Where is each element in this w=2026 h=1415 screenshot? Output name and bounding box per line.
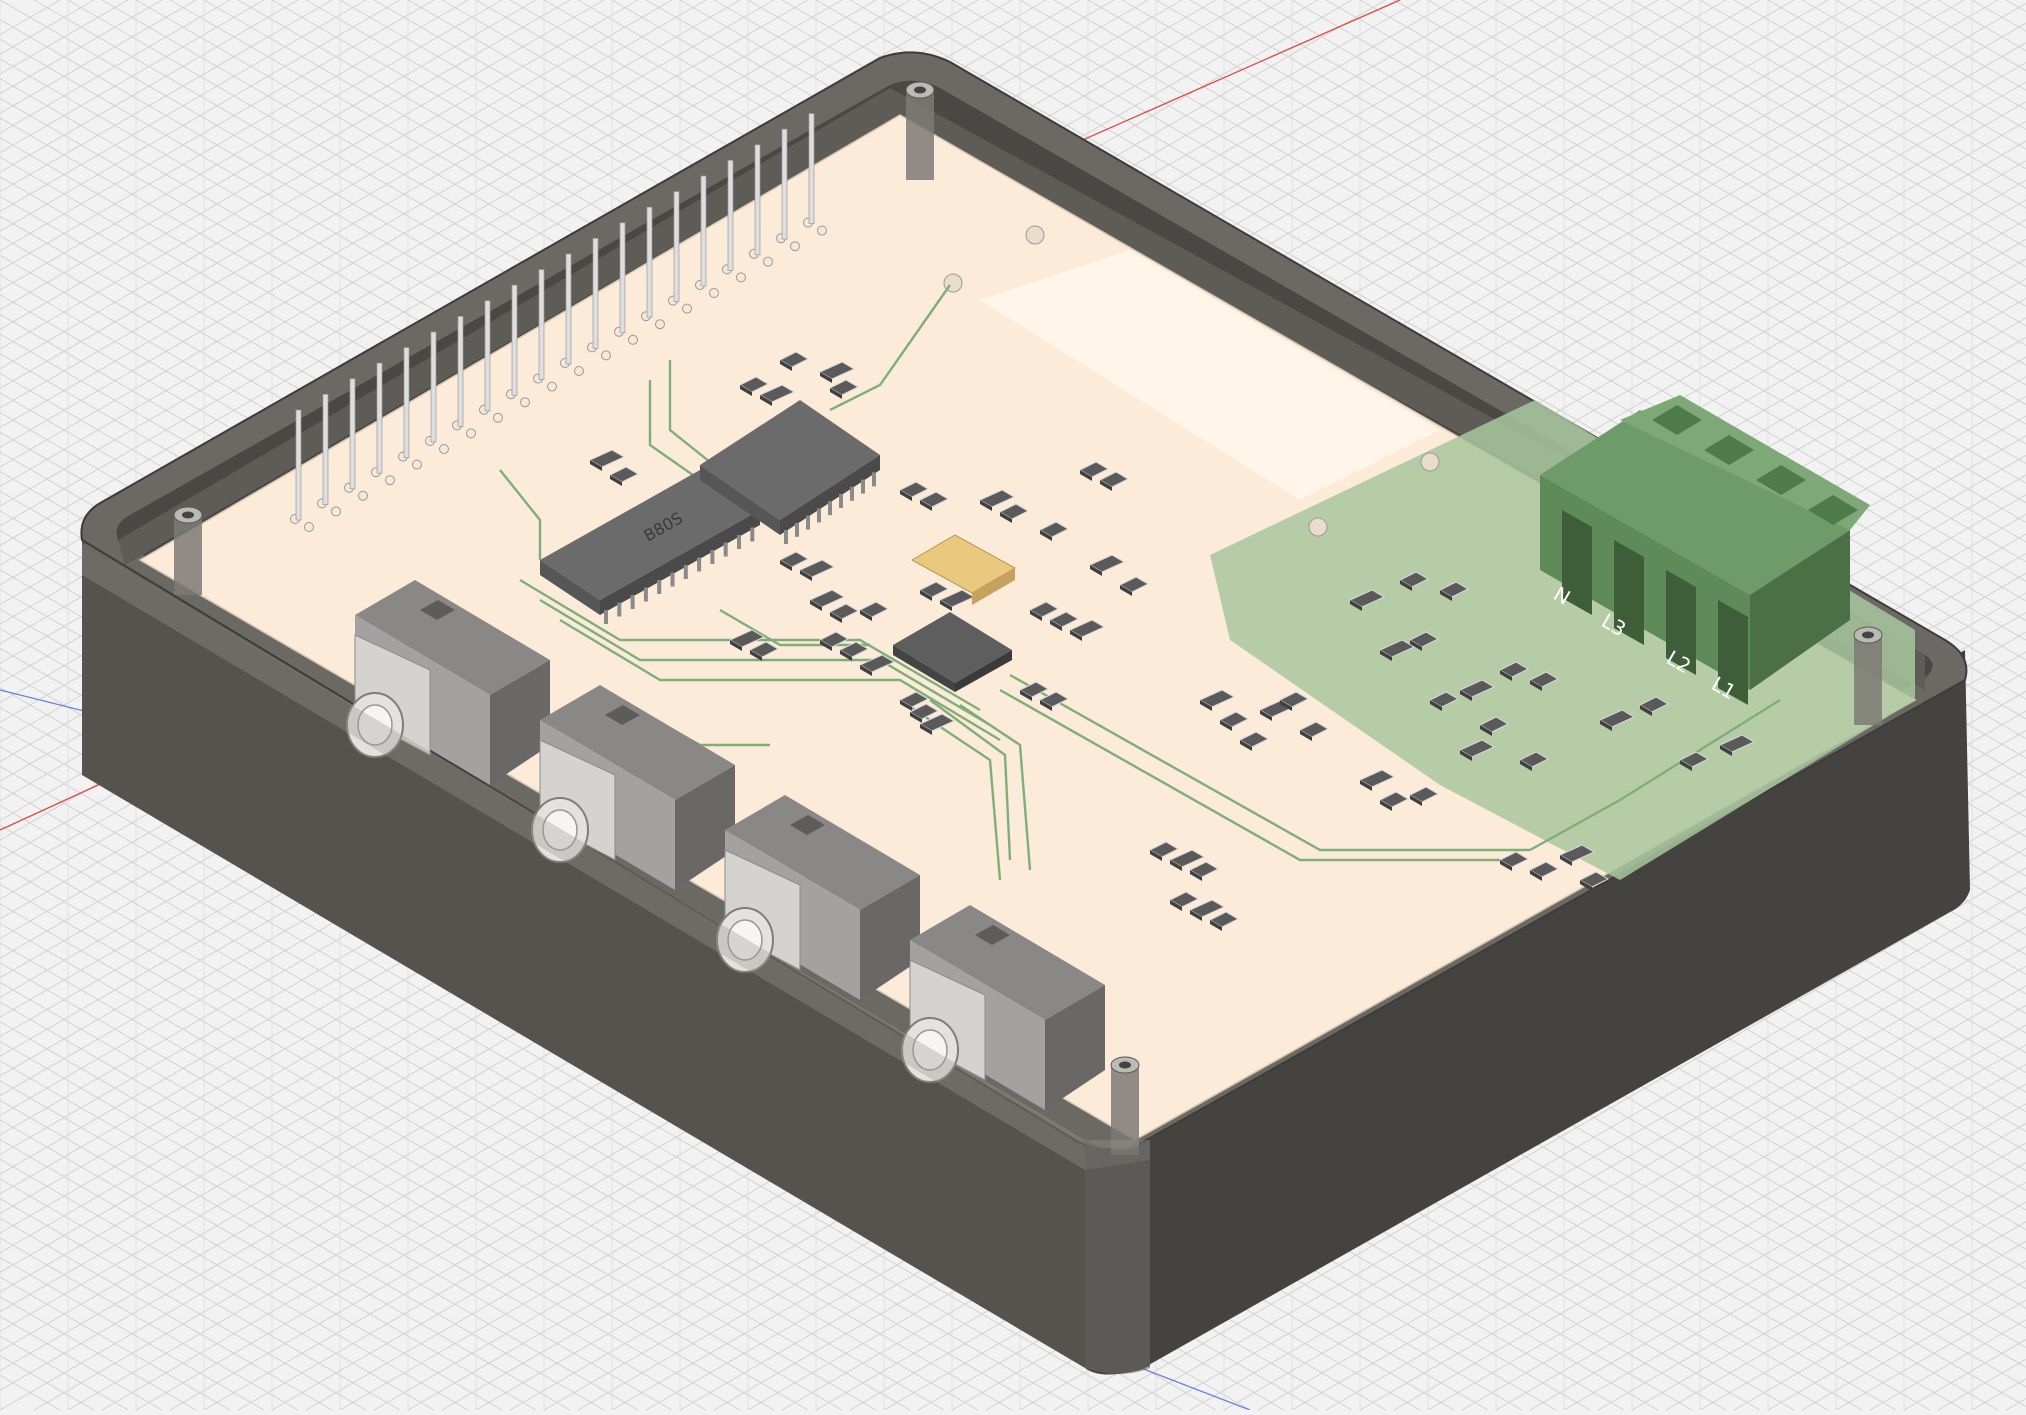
pcb-mount-hole [1025,225,1045,245]
header-pin [349,378,356,490]
header-pin [781,128,788,240]
ic-pin [861,479,865,494]
header-pin [646,206,653,318]
header-pin [619,222,626,334]
grid-line [2005,0,2026,13]
standoff-hole [1862,631,1874,639]
ic-pin [850,486,854,501]
header-pad [763,256,773,267]
header-pin [565,253,572,365]
header-pin [295,409,302,521]
header-pad [547,381,557,392]
header-pad [709,288,719,298]
ic-pin [630,595,635,609]
grid-line [1971,1378,2026,1411]
enclosure-corner-highlight [1085,1140,1150,1374]
3d-cad-viewport[interactable]: B80S N L3 L2 L1 [0,0,2026,1411]
x-axis-line [1059,0,1401,151]
header-pad [331,506,341,517]
grid-line [2005,1397,2026,1411]
grid-line [0,1355,95,1411]
header-pad [628,334,638,345]
grid-line [1971,0,2026,32]
header-pad [493,412,503,423]
header-pad [358,490,368,501]
header-pad [466,428,476,439]
ic-pin [806,515,810,530]
header-pad [304,522,314,532]
header-pin [592,238,599,349]
ic-pin [617,602,622,617]
header-pin [457,316,464,427]
header-pin [322,394,329,505]
header-pad [817,225,827,236]
header-pin [727,160,734,271]
pcb-mount-hole [1420,452,1440,472]
header-pin [376,362,383,474]
header-pin [403,347,410,458]
ic-pin [784,530,788,544]
pcb-mount-hole [1308,517,1328,537]
standoff-hole [914,86,926,94]
ic-pin [657,580,662,594]
ic-pin [872,472,876,487]
standoff-hole [1119,1061,1131,1069]
header-pad [574,366,584,376]
header-pin [700,175,707,287]
header-pin [754,144,761,256]
ic-pin [795,522,799,537]
ic-pin [697,557,702,572]
header-pad [655,319,665,330]
standoff-post [174,515,202,595]
header-pin [484,300,491,412]
ic-pin [643,587,648,602]
ic-pin [828,501,832,516]
header-pin [430,331,437,443]
ic-pin [710,550,715,564]
header-pin [808,113,815,224]
ic-pin [723,542,728,557]
grid-line [0,0,95,55]
ic-pin [750,527,755,542]
ic-pin [670,572,675,587]
header-pad [385,475,395,486]
ic-pin [839,494,843,508]
ic-pin [604,610,608,624]
isometric-scene[interactable]: B80S N L3 L2 L1 [0,0,2026,1411]
header-pad [601,350,611,361]
header-pad [736,272,746,283]
header-pin [511,284,518,396]
ic-pin [683,565,688,579]
header-pin [538,269,545,380]
standoff-hole [182,511,194,519]
header-pad [412,459,422,470]
standoff-post [906,90,934,180]
ic-pin [817,508,821,523]
header-pad [790,241,800,252]
header-pad [682,303,692,314]
header-pin [673,191,680,302]
ic-pin [737,535,741,549]
header-pad [520,397,530,408]
header-pad [439,444,449,454]
standoff-post [1854,635,1882,725]
